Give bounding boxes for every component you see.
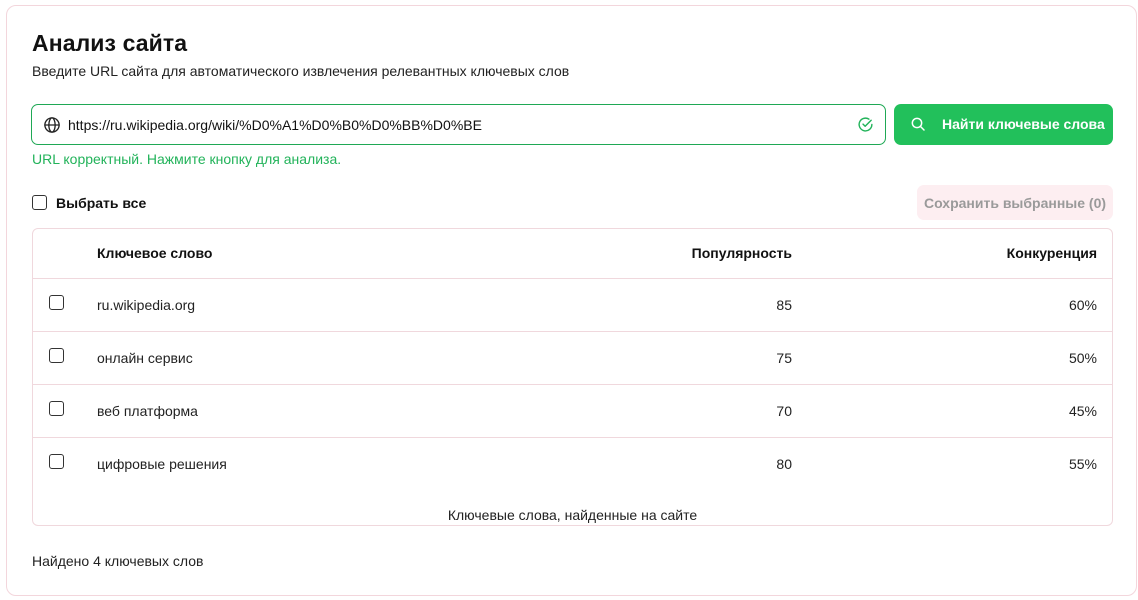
- find-keywords-button[interactable]: Найти ключевые слова: [894, 104, 1113, 145]
- globe-icon: [44, 117, 60, 133]
- keyword-cell: веб платформа: [97, 403, 198, 419]
- search-icon: [911, 117, 925, 131]
- select-all-checkbox[interactable]: [32, 195, 47, 210]
- page-subtitle: Введите URL сайта для автоматического из…: [32, 63, 570, 79]
- check-circle-icon: [858, 117, 873, 132]
- competition-cell: 50%: [1068, 350, 1097, 366]
- table-row: цифровые решения 80 55%: [33, 438, 1112, 491]
- competition-cell: 45%: [1068, 403, 1097, 419]
- table-row: ru.wikipedia.org 85 60%: [33, 279, 1112, 332]
- column-header-competition[interactable]: Конкуренция: [1007, 245, 1097, 261]
- row-checkbox[interactable]: [49, 401, 64, 416]
- find-keywords-label: Найти ключевые слова: [942, 116, 1105, 132]
- table-row: онлайн сервис 75 50%: [33, 332, 1112, 385]
- popularity-cell: 85: [776, 297, 792, 313]
- popularity-cell: 70: [776, 403, 792, 419]
- keyword-cell: цифровые решения: [97, 456, 227, 472]
- found-count: Найдено 4 ключевых слов: [32, 553, 204, 569]
- popularity-cell: 80: [776, 456, 792, 472]
- save-selected-button[interactable]: Сохранить выбранные (0): [917, 185, 1113, 220]
- url-field[interactable]: [31, 104, 886, 145]
- page-title: Анализ сайта: [32, 30, 188, 56]
- column-header-popularity[interactable]: Популярность: [692, 245, 792, 261]
- keyword-analysis-card: Анализ сайта Введите URL сайта для автом…: [6, 5, 1137, 596]
- table-header: Ключевое слово Популярность Конкуренция: [33, 229, 1112, 279]
- row-checkbox[interactable]: [49, 348, 64, 363]
- url-input[interactable]: [68, 105, 848, 144]
- row-checkbox[interactable]: [49, 454, 64, 469]
- column-header-keyword[interactable]: Ключевое слово: [97, 245, 212, 261]
- row-checkbox[interactable]: [49, 295, 64, 310]
- keywords-table: Ключевое слово Популярность Конкуренция …: [32, 228, 1113, 526]
- competition-cell: 60%: [1068, 297, 1097, 313]
- keyword-cell: онлайн сервис: [97, 350, 193, 366]
- competition-cell: 55%: [1068, 456, 1097, 472]
- table-caption: Ключевые слова, найденные на сайте: [447, 507, 698, 523]
- keyword-cell: ru.wikipedia.org: [97, 297, 196, 313]
- validation-message: URL корректный. Нажмите кнопку для анали…: [32, 151, 342, 167]
- table-row: веб платформа 70 45%: [33, 385, 1112, 438]
- popularity-cell: 75: [776, 350, 792, 366]
- select-all-label: Выбрать все: [56, 195, 147, 211]
